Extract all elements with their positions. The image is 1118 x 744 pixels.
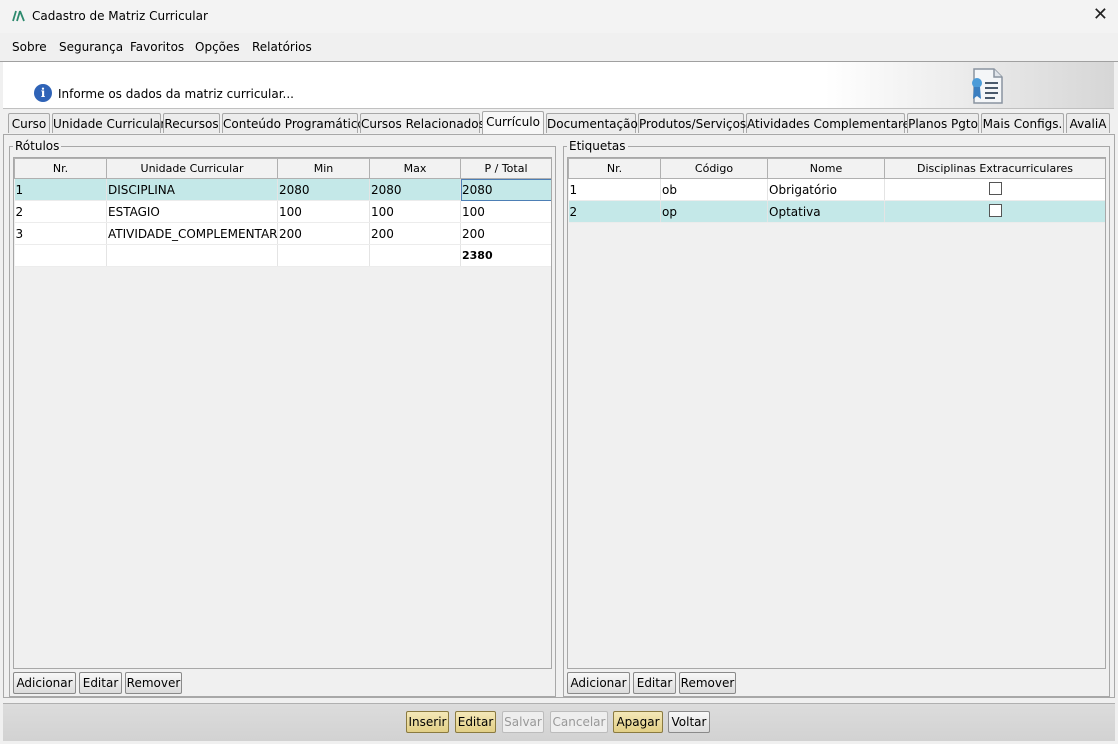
- title-bar: Cadastro de Matriz Curricular ✕: [0, 0, 1118, 33]
- cell-nome[interactable]: Optativa: [767, 200, 885, 223]
- tab-mais-configs[interactable]: Mais Configs.: [981, 113, 1064, 133]
- tab-unidade-curricular[interactable]: Unidade Curricular: [52, 113, 165, 133]
- cell-min[interactable]: 100: [277, 200, 370, 223]
- cell-nr[interactable]: 2: [14, 200, 107, 223]
- cell-max[interactable]: 100: [369, 200, 461, 223]
- etiquetas-group: Etiquetas Nr. Código Nome Disciplinas Ex…: [563, 139, 1110, 697]
- cell-nr[interactable]: 1: [568, 178, 661, 201]
- extracurricular-checkbox[interactable]: [989, 203, 1002, 217]
- etiquetas-remove-button[interactable]: Remover: [679, 672, 736, 694]
- rotulos-edit-button[interactable]: Editar: [79, 672, 122, 694]
- table-row[interactable]: 1 DISCIPLINA 2080 2080 2080: [14, 178, 551, 201]
- close-icon[interactable]: ✕: [1093, 6, 1108, 24]
- cell-nr[interactable]: 1: [14, 178, 107, 201]
- save-button[interactable]: Salvar: [502, 711, 544, 733]
- table-row[interactable]: 1 ob Obrigatório: [568, 178, 1105, 201]
- etiquetas-header-row: Nr. Código Nome Disciplinas Extracurricu…: [568, 158, 1105, 179]
- col-header-unidade-curricular[interactable]: Unidade Curricular: [106, 158, 278, 179]
- col-header-nr[interactable]: Nr.: [568, 158, 661, 179]
- menu-sobre[interactable]: Sobre: [12, 40, 47, 54]
- etiquetas-grid[interactable]: Nr. Código Nome Disciplinas Extracurricu…: [567, 157, 1106, 669]
- extracurricular-checkbox[interactable]: [989, 181, 1002, 195]
- etiquetas-edit-button[interactable]: Editar: [633, 672, 676, 694]
- menu-relatorios[interactable]: Relatórios: [252, 40, 312, 54]
- action-bar: Inserir Editar Salvar Cancelar Apagar Vo…: [3, 703, 1115, 741]
- cell-total[interactable]: 200: [460, 222, 551, 245]
- table-row[interactable]: 2 ESTAGIO 100 100 100: [14, 200, 551, 223]
- cell-unidade[interactable]: ESTAGIO: [106, 200, 278, 223]
- cell-min[interactable]: 200: [277, 222, 370, 245]
- info-panel: i Informe os dados da matriz curricular.…: [3, 62, 1114, 109]
- cell-max[interactable]: 200: [369, 222, 461, 245]
- table-row[interactable]: 2 op Optativa: [568, 200, 1105, 223]
- col-header-p-total[interactable]: P / Total: [460, 158, 551, 179]
- tab-cursos-relacionados[interactable]: Cursos Relacionados: [360, 113, 485, 133]
- tab-conteudo-programatico[interactable]: Conteúdo Programático: [222, 113, 365, 133]
- tab-produtos-servicos[interactable]: Produtos/Serviços: [638, 113, 746, 133]
- cell-total[interactable]: 2080: [460, 178, 551, 201]
- etiquetas-add-button[interactable]: Adicionar: [567, 672, 630, 694]
- menu-opcoes[interactable]: Opções: [195, 40, 240, 54]
- col-header-codigo[interactable]: Código: [660, 158, 768, 179]
- certificate-document-icon: [968, 66, 1008, 109]
- cell-codigo[interactable]: ob: [660, 178, 768, 201]
- tab-strip: Curso Unidade Curricular Recursos Conteú…: [3, 111, 1115, 135]
- rotulos-add-button[interactable]: Adicionar: [13, 672, 76, 694]
- grand-total-value: 2380: [460, 244, 551, 267]
- cell-empty: [369, 244, 461, 267]
- tab-recursos[interactable]: Recursos: [163, 113, 220, 133]
- window-title: Cadastro de Matriz Curricular: [32, 9, 208, 23]
- cell-extra[interactable]: [884, 200, 1105, 223]
- delete-button[interactable]: Apagar: [613, 711, 663, 733]
- tab-content-curriculo: Rótulos Nr. Unidade Curricular Min Max P…: [3, 134, 1115, 698]
- cell-total[interactable]: 100: [460, 200, 551, 223]
- cell-extra[interactable]: [884, 178, 1105, 201]
- rotulos-grid[interactable]: Nr. Unidade Curricular Min Max P / Total…: [13, 157, 552, 669]
- edit-button[interactable]: Editar: [455, 711, 496, 733]
- tab-curso[interactable]: Curso: [8, 113, 50, 133]
- rotulos-remove-button[interactable]: Remover: [125, 672, 182, 694]
- tab-atividades-complementares[interactable]: Atividades Complementares: [746, 113, 916, 133]
- cancel-button[interactable]: Cancelar: [550, 711, 608, 733]
- menu-bar: Sobre Segurança Favoritos Opções Relatór…: [0, 33, 1118, 62]
- table-total-row: 2380: [14, 244, 551, 267]
- cell-nr[interactable]: 2: [568, 200, 661, 223]
- col-header-nr[interactable]: Nr.: [14, 158, 107, 179]
- info-message: Informe os dados da matriz curricular...: [58, 87, 294, 101]
- cell-unidade[interactable]: ATIVIDADE_COMPLEMENTAR: [106, 222, 278, 245]
- col-header-max[interactable]: Max: [369, 158, 461, 179]
- cell-codigo[interactable]: op: [660, 200, 768, 223]
- cell-empty: [14, 244, 107, 267]
- insert-button[interactable]: Inserir: [406, 711, 449, 733]
- cell-nr[interactable]: 3: [14, 222, 107, 245]
- menu-seguranca[interactable]: Segurança: [59, 40, 123, 54]
- app-logo-icon: [12, 10, 26, 25]
- rotulos-group: Rótulos Nr. Unidade Curricular Min Max P…: [9, 139, 556, 697]
- etiquetas-legend: Etiquetas: [567, 139, 628, 153]
- cell-empty: [106, 244, 278, 267]
- tab-documentacao[interactable]: Documentação: [546, 113, 638, 133]
- col-header-disciplinas-extracurriculares[interactable]: Disciplinas Extracurriculares: [884, 158, 1105, 179]
- cell-empty: [277, 244, 370, 267]
- menu-favoritos[interactable]: Favoritos: [130, 40, 184, 54]
- tab-avalia[interactable]: AvaliA: [1066, 113, 1110, 133]
- tab-curriculo[interactable]: Currículo: [482, 111, 544, 135]
- cell-min[interactable]: 2080: [277, 178, 370, 201]
- info-icon: i: [34, 84, 52, 102]
- back-button[interactable]: Voltar: [668, 711, 710, 733]
- cell-nome[interactable]: Obrigatório: [767, 178, 885, 201]
- rotulos-legend: Rótulos: [13, 139, 62, 153]
- col-header-min[interactable]: Min: [277, 158, 370, 179]
- table-row[interactable]: 3 ATIVIDADE_COMPLEMENTAR 200 200 200: [14, 222, 551, 245]
- cell-max[interactable]: 2080: [369, 178, 461, 201]
- cell-unidade[interactable]: DISCIPLINA: [106, 178, 278, 201]
- col-header-nome[interactable]: Nome: [767, 158, 885, 179]
- rotulos-header-row: Nr. Unidade Curricular Min Max P / Total: [14, 158, 551, 179]
- tab-planos-pgto[interactable]: Planos Pgto: [907, 113, 979, 133]
